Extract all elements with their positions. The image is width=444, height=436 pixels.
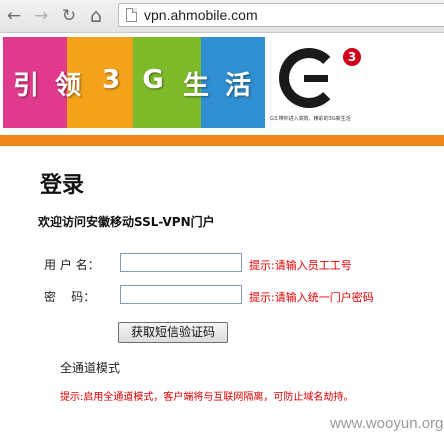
logo-tagline: G3,带你进入高效、精彩的3G新生活 [270, 116, 351, 122]
url-text: vpn.ahmobile.com [144, 7, 258, 23]
address-bar[interactable]: vpn.ahmobile.com [118, 3, 444, 27]
slogan-char: 领 [54, 71, 81, 101]
browser-toolbar: ← → ↻ ⌂ vpn.ahmobile.com [0, 0, 444, 33]
header-banner: 引 领 3 G 生 活 3 G3,带你进入高效、精彩的3G新生活 [0, 37, 444, 128]
reload-icon[interactable]: ↻ [59, 6, 79, 26]
full-tunnel-mode-hint: 提示:启用全通道模式，客户端将与互联网隔离，可防止域名劫持。 [60, 392, 354, 403]
g3-logo-bar [304, 75, 328, 82]
orange-divider [0, 135, 444, 146]
home-icon[interactable]: ⌂ [86, 6, 106, 26]
username-hint: 提示:请输入员工工号 [249, 259, 352, 272]
get-sms-code-button[interactable]: 获取短信验证码 [118, 322, 228, 343]
forward-icon[interactable]: → [31, 6, 51, 26]
slogan-char: G [142, 65, 164, 95]
welcome-text: 欢迎访问安徽移动SSL-VPN门户 [38, 215, 215, 229]
password-hint: 提示:请输入统一门户密码 [249, 291, 374, 304]
page-icon [126, 8, 137, 22]
username-input[interactable] [120, 253, 242, 272]
full-tunnel-mode-label[interactable]: 全通道模式 [60, 359, 120, 376]
g3-badge: 3 [343, 48, 361, 66]
watermark: www.wooyun.org [330, 415, 444, 432]
password-input[interactable] [120, 285, 242, 304]
password-label: 密 码： [44, 290, 96, 304]
slogan-char: 引 [12, 71, 39, 101]
slogan-char: 活 [224, 71, 251, 101]
page-title: 登录 [40, 173, 85, 198]
slogan-char: 生 [182, 71, 209, 101]
username-label: 用 户 名： [44, 258, 100, 272]
slogan-char: 3 [101, 65, 121, 95]
back-icon[interactable]: ← [4, 6, 24, 26]
